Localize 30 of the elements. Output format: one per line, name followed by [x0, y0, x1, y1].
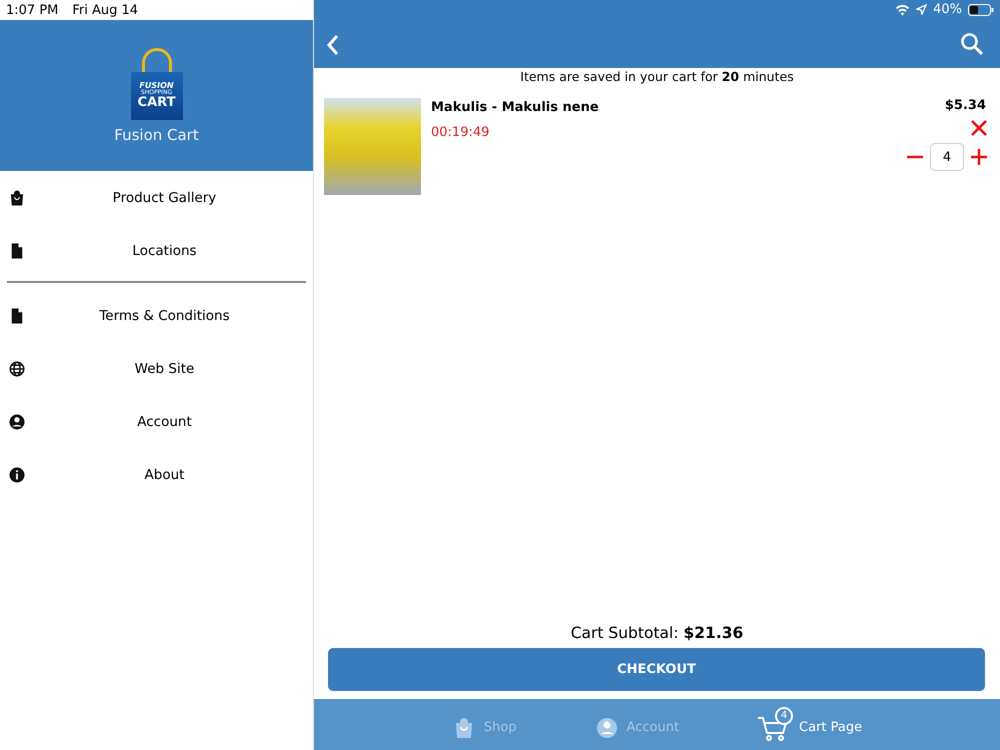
battery-percentage: 40%	[933, 2, 962, 17]
cart-notice: Items are saved in your cart for 20 minutes	[519, 68, 795, 84]
person-icon	[8, 412, 26, 430]
menu-item[interactable]: Terms & Conditions	[0, 289, 313, 342]
app-title: Fusion Cart	[114, 126, 199, 144]
product-name: Makulis - Makulis nene	[431, 100, 600, 115]
plus-icon[interactable]	[970, 148, 988, 166]
countdown-timer: 00:19:49	[431, 125, 490, 140]
person-icon	[594, 716, 619, 740]
shopping-bag-icon	[8, 188, 26, 206]
product-price: $5.34	[944, 98, 987, 113]
status-time: 1:07 PM	[6, 2, 58, 18]
menu-item[interactable]: About	[0, 448, 313, 501]
menu-item[interactable]: Product Gallery	[0, 171, 313, 224]
checkout-button[interactable]: CHECKOUT	[328, 648, 985, 691]
globe-icon	[8, 360, 26, 378]
menu-item[interactable]: Web Site	[0, 342, 313, 395]
status-date: Fri Aug 14	[72, 2, 138, 18]
menu-item[interactable]: Account	[0, 395, 313, 448]
remove-icon[interactable]	[970, 119, 988, 137]
cart-subtotal: Cart Subtotal: $21.36	[570, 624, 744, 644]
back-icon[interactable]	[326, 34, 340, 56]
cart-count-badge: 4	[775, 706, 794, 724]
quantity-field[interactable]: 4	[930, 143, 964, 171]
battery-icon	[968, 4, 994, 16]
location-arrow-icon	[916, 4, 928, 15]
wifi-icon	[895, 4, 910, 16]
menu-item[interactable]: Locations	[0, 224, 313, 277]
info-icon	[8, 466, 26, 484]
search-icon[interactable]	[960, 32, 984, 56]
